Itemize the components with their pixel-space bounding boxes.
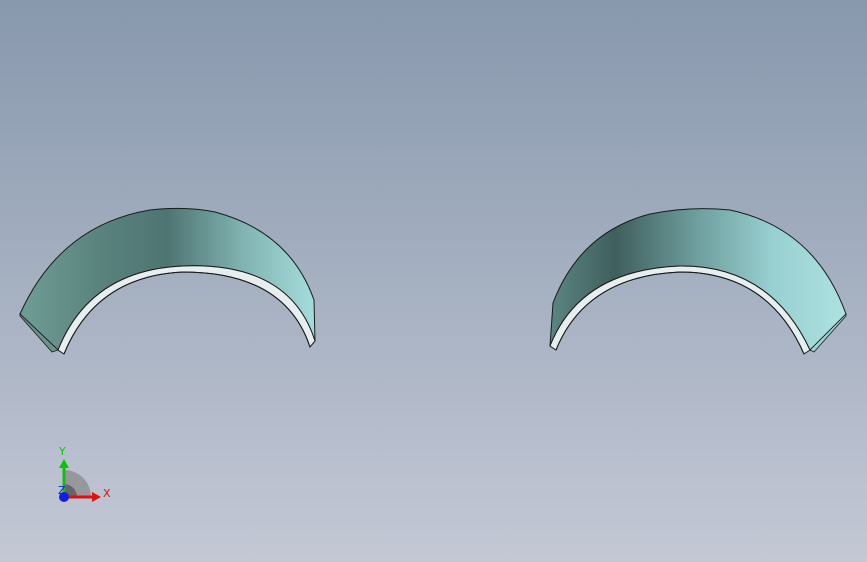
bearing-shell-right[interactable] bbox=[549, 208, 847, 355]
triad-x-label: X bbox=[103, 487, 111, 500]
triad-y-label: Y bbox=[58, 445, 66, 458]
model-scene[interactable]: X Y Z bbox=[0, 0, 867, 562]
coordinate-triad[interactable]: X Y Z bbox=[58, 445, 111, 502]
triad-z-label: Z bbox=[58, 484, 66, 497]
triad-x-arrow-icon bbox=[92, 492, 101, 502]
triad-y-arrow-icon bbox=[59, 459, 69, 468]
bearing-shell-right-outer-face[interactable] bbox=[549, 208, 847, 351]
bearing-shell-left-outer-face[interactable] bbox=[19, 207, 316, 351]
cad-viewport[interactable]: X Y Z bbox=[0, 0, 867, 562]
bearing-shell-left[interactable] bbox=[19, 207, 316, 355]
